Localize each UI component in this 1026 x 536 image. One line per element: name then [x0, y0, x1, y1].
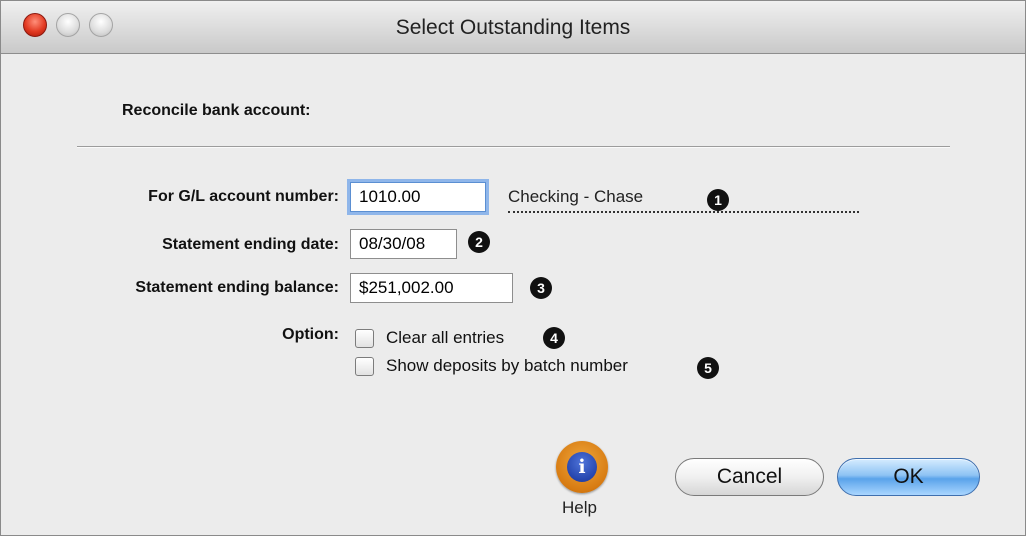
- callout-badge-2: 2: [468, 231, 490, 253]
- gl-account-label: For G/L account number:: [148, 188, 339, 205]
- title-bar[interactable]: Select Outstanding Items: [1, 1, 1025, 54]
- help-button[interactable]: i: [556, 441, 608, 493]
- cancel-button[interactable]: Cancel: [675, 458, 824, 496]
- info-icon: i: [567, 452, 597, 482]
- ok-button[interactable]: OK: [837, 458, 980, 496]
- clear-all-entries-text: Clear all entries: [386, 328, 505, 347]
- clear-all-entries-option[interactable]: Clear all entries: [355, 327, 504, 349]
- ending-date-input[interactable]: 08/30/08: [350, 229, 457, 259]
- window-title: Select Outstanding Items: [395, 16, 631, 39]
- dialog-window: Select Outstanding Items Reconcile bank …: [0, 0, 1026, 536]
- ending-balance-input[interactable]: $251,002.00: [350, 273, 513, 303]
- show-deposits-text: Show deposits by batch number: [386, 356, 628, 375]
- callout-badge-5: 5: [697, 357, 719, 379]
- show-deposits-checkbox[interactable]: [355, 356, 374, 376]
- option-label: Option:: [282, 326, 339, 343]
- callout-badge-3: 3: [530, 277, 552, 299]
- gl-account-input[interactable]: 1010.00: [350, 182, 486, 212]
- show-deposits-option[interactable]: Show deposits by batch number: [355, 355, 628, 377]
- ending-date-label: Statement ending date:: [162, 236, 339, 253]
- section-divider: [77, 146, 950, 148]
- help-label: Help: [562, 498, 597, 517]
- callout-badge-4: 4: [543, 327, 565, 349]
- callout-badge-1: 1: [707, 189, 729, 211]
- clear-all-entries-checkbox[interactable]: [355, 328, 374, 348]
- ending-balance-label: Statement ending balance:: [135, 279, 339, 296]
- section-label: Reconcile bank account:: [122, 102, 311, 119]
- gl-account-name: Checking - Chase: [508, 187, 859, 213]
